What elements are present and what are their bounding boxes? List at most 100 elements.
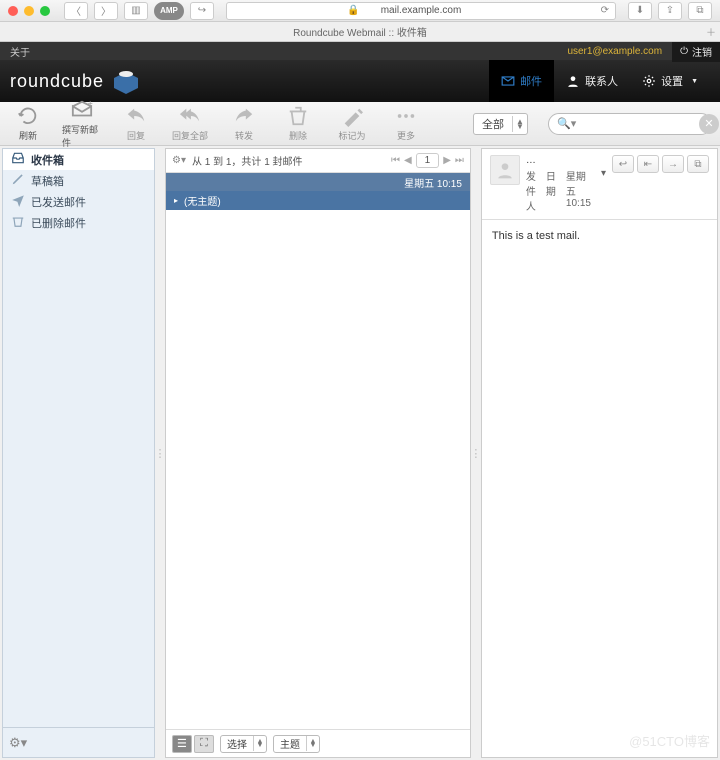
reply-all-button[interactable]: 回复全部 (170, 105, 210, 142)
splitter-left[interactable]: ⋮ (157, 146, 163, 760)
refresh-button[interactable]: 刷新 (8, 105, 48, 142)
preview-pane: … 发件人 日期 星期五 10:15 ▾ ↩ ⇤ → ⧉ This is a t… (481, 148, 718, 758)
extension-link[interactable]: ↪ (190, 2, 214, 20)
search-icon: 🔍▾ (557, 117, 576, 130)
preview-actions: ↩ ⇤ → ⧉ (612, 155, 709, 213)
avatar (490, 155, 520, 185)
reply-button[interactable]: 回复 (116, 105, 156, 142)
watermark: @51CTO博客 (629, 731, 710, 750)
folder-trash[interactable]: 已删除邮件 (3, 212, 154, 233)
address-bar[interactable]: 🔒 mail.example.com ⟳ (226, 2, 616, 20)
expand-icon: ▸ (174, 196, 178, 205)
preview-reply-all-button[interactable]: ⇤ (637, 155, 659, 173)
select-dropdown[interactable]: 选择 ▲▼ (220, 735, 267, 753)
mail-toolbar: 刷新 + 撰写新邮件 回复 回复全部 转发 删除 标记为 更多 全部 ▲▼ 🔍▾… (0, 102, 720, 146)
date-label: 日期 (546, 168, 556, 213)
svg-text:+: + (88, 99, 93, 108)
about-link[interactable]: 关于 (0, 44, 40, 59)
pager-next[interactable]: ▶ (443, 155, 451, 166)
folder-drafts-label: 草稿箱 (31, 173, 64, 189)
mail-icon (501, 74, 515, 88)
pager-prev[interactable]: ◀ (404, 155, 412, 166)
reply-icon (125, 105, 147, 127)
close-window[interactable] (8, 6, 18, 16)
folder-sent[interactable]: 已发送邮件 (3, 191, 154, 212)
nav-settings[interactable]: 设置 ▼ (630, 60, 710, 102)
nav-forward[interactable]: 〉 (94, 2, 118, 20)
folder-inbox[interactable]: 收件箱 (3, 149, 154, 170)
reload-icon[interactable]: ⟳ (601, 5, 609, 16)
sidebar-toggle[interactable]: ▥ (124, 2, 148, 20)
folder-drafts[interactable]: 草稿箱 (3, 170, 154, 191)
date-value: 星期五 10:15 (566, 168, 591, 213)
folder-options-button[interactable]: ⚙▾ (9, 735, 27, 751)
nav-contacts[interactable]: 联系人 (554, 60, 630, 102)
share-button[interactable]: ⇪ (658, 2, 682, 20)
inbox-icon (11, 151, 25, 168)
top-nav: 邮件 联系人 设置 ▼ (489, 60, 710, 102)
nav-back[interactable]: 〈 (64, 2, 88, 20)
preview-reply-button[interactable]: ↩ (612, 155, 634, 173)
folder-sent-label: 已发送邮件 (31, 194, 86, 210)
new-tab-button[interactable]: ＋ (706, 24, 716, 39)
view-list-button[interactable]: ☰ (172, 735, 192, 753)
top-header: 关于 user1@example.com ⏻ 注销 (0, 42, 720, 60)
preview-popup-button[interactable]: ⧉ (687, 155, 709, 173)
view-mode: ☰ ⛶ (172, 735, 214, 753)
message-list-footer: ☰ ⛶ 选择 ▲▼ 主题 ▲▼ (166, 729, 470, 757)
message-item[interactable]: ▸ (无主题) (166, 191, 470, 210)
chevron-down-icon: ▼ (691, 78, 698, 85)
clear-search-icon[interactable]: ✕ (699, 114, 719, 134)
pencil-icon (11, 172, 25, 189)
select-arrows-icon: ▲▼ (307, 740, 319, 748)
compose-button[interactable]: + 撰写新邮件 (62, 99, 102, 149)
current-user: user1@example.com (567, 46, 662, 57)
reply-all-icon (179, 105, 201, 127)
minimize-window[interactable] (24, 6, 34, 16)
nav-settings-label: 设置 (661, 73, 683, 89)
view-thread-button[interactable]: ⛶ (194, 735, 214, 753)
brand-logo: roundcube (10, 68, 142, 94)
nav-contacts-label: 联系人 (585, 73, 618, 89)
sort-dropdown[interactable]: 主题 ▲▼ (273, 735, 320, 753)
list-options-button[interactable]: ⚙▾ (172, 155, 186, 166)
pager: ⏮ ◀ 1 ▶ ⏭ (391, 153, 464, 168)
message-list-header: ⚙▾ 从 1 到 1，共计 1 封邮件 ⏮ ◀ 1 ▶ ⏭ (166, 149, 470, 173)
lock-icon: 🔒 (347, 5, 359, 16)
details-toggle[interactable]: ▾ (601, 168, 606, 213)
preview-body: This is a test mail. (482, 220, 717, 757)
window-controls (8, 6, 50, 16)
nav-mail[interactable]: 邮件 (489, 60, 554, 102)
select-arrows-icon: ▲▼ (254, 740, 266, 748)
maximize-window[interactable] (40, 6, 50, 16)
brand-header: roundcube 邮件 联系人 设置 ▼ (0, 60, 720, 102)
message-count: 从 1 到 1，共计 1 封邮件 (192, 153, 385, 168)
extension-amp[interactable]: AMP (154, 2, 184, 20)
pager-last[interactable]: ⏭ (455, 155, 464, 166)
pager-page[interactable]: 1 (416, 153, 440, 168)
logout-button[interactable]: ⏻ 注销 (672, 41, 720, 62)
folder-inbox-label: 收件箱 (31, 152, 64, 168)
browser-chrome: 〈 〉 ▥ AMP ↪ 🔒 mail.example.com ⟳ ⬇ ⇪ ⧉ (0, 0, 720, 22)
download-button[interactable]: ⬇ (628, 2, 652, 20)
tabs-button[interactable]: ⧉ (688, 2, 712, 20)
trash-folder-icon (11, 214, 25, 231)
preview-header: … 发件人 日期 星期五 10:15 ▾ ↩ ⇤ → ⧉ (482, 149, 717, 220)
preview-forward-button[interactable]: → (662, 155, 684, 173)
more-button[interactable]: 更多 (386, 105, 426, 142)
pager-first[interactable]: ⏮ (391, 155, 400, 166)
preview-subject: … (526, 155, 606, 166)
tab-bar: Roundcube Webmail :: 收件箱 ＋ (0, 22, 720, 42)
mark-icon (341, 105, 363, 127)
power-icon: ⏻ (680, 46, 688, 57)
search-input[interactable]: 🔍▾ ✕ (548, 113, 712, 135)
mark-button[interactable]: 标记为 (332, 105, 372, 142)
delete-button[interactable]: 删除 (278, 105, 318, 142)
forward-button[interactable]: 转发 (224, 105, 264, 142)
sent-icon (11, 193, 25, 210)
preview-meta: … 发件人 日期 星期五 10:15 ▾ (526, 155, 606, 213)
splitter-right[interactable]: ⋮ (473, 146, 479, 760)
from-label: 发件人 (526, 168, 536, 213)
filter-select[interactable]: 全部 ▲▼ (473, 113, 528, 135)
tab-title[interactable]: Roundcube Webmail :: 收件箱 (293, 24, 427, 39)
